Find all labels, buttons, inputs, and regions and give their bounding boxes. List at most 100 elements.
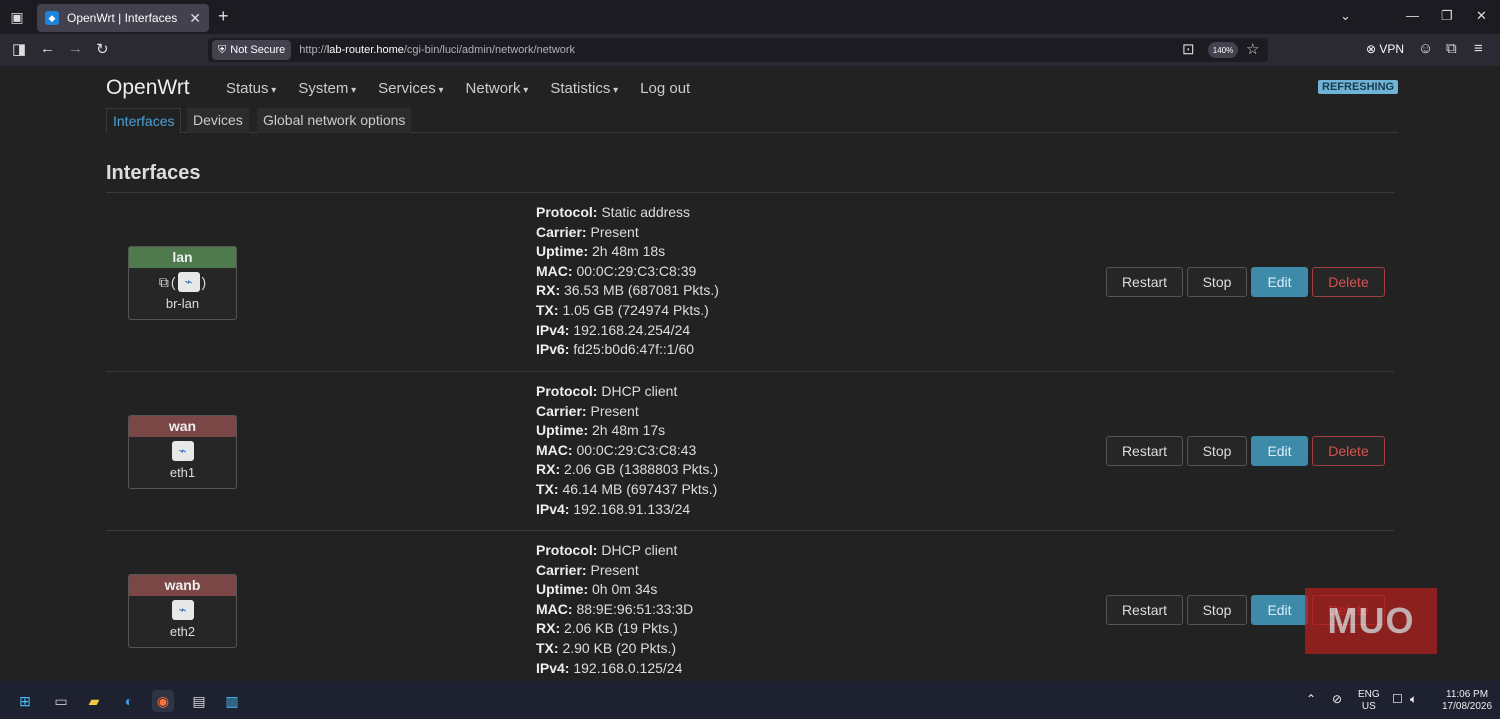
zoom-level[interactable]: 140%: [1208, 42, 1238, 58]
minimize-icon[interactable]: —: [1406, 8, 1419, 23]
menu-network[interactable]: Network: [466, 80, 529, 97]
paren-open: (: [170, 274, 176, 290]
mac-value: 00:0C:29:C3:C8:39: [576, 262, 697, 279]
maximize-icon[interactable]: ❐: [1441, 8, 1453, 24]
interface-badge-wan[interactable]: wan ⌁ eth1: [128, 415, 237, 489]
clock-time: 11:06 PM: [1446, 689, 1489, 700]
network-off-icon[interactable]: ⊘: [1332, 693, 1342, 705]
edit-button[interactable]: Edit: [1251, 267, 1308, 297]
ipv4-value: 192.168.24.254/24: [573, 321, 691, 338]
new-tab-button[interactable]: +: [218, 6, 229, 27]
interface-device: br-lan: [165, 296, 200, 311]
tab-list-icon[interactable]: ▣: [0, 0, 34, 34]
interface-info-wan: Protocol: DHCP client Carrier: Present U…: [536, 382, 718, 519]
label-mac: MAC:: [536, 600, 573, 617]
ethernet-port-icon: ⌁: [171, 600, 194, 620]
label-rx: RX:: [536, 282, 561, 299]
not-secure-badge[interactable]: ⛨ Not Secure: [212, 40, 292, 60]
reader-view-icon[interactable]: ⊡: [1182, 40, 1195, 58]
restart-button[interactable]: Restart: [1106, 595, 1183, 625]
language-indicator[interactable]: ENG US: [1358, 689, 1380, 713]
label-protocol: Protocol:: [536, 383, 598, 399]
firefox-icon[interactable]: ◉: [152, 690, 174, 712]
stop-button[interactable]: Stop: [1187, 595, 1247, 625]
label-ipv4: IPv4:: [536, 659, 570, 676]
label-ipv4: IPv4:: [536, 500, 570, 517]
label-mac: MAC:: [536, 441, 573, 458]
openwrt-favicon-icon: ◆: [45, 11, 59, 25]
browser-tab-active[interactable]: ◆ OpenWrt | Interfaces ✕: [37, 4, 209, 32]
menu-services[interactable]: Services: [378, 80, 443, 97]
clock[interactable]: 11:06 PM 17/08/2026: [1442, 689, 1492, 713]
bookmark-star-icon[interactable]: ☆: [1246, 40, 1259, 58]
stop-button[interactable]: Stop: [1187, 267, 1247, 297]
tab-global-network-options[interactable]: Global network options: [257, 108, 412, 133]
file-explorer-icon[interactable]: ▰: [83, 690, 105, 712]
close-tab-icon[interactable]: ✕: [189, 10, 201, 27]
account-icon[interactable]: ☺: [1418, 40, 1433, 57]
mac-value: 88:9E:96:51:33:3D: [576, 600, 694, 617]
vpn-label: VPN: [1379, 42, 1405, 56]
volume-icon[interactable]: 🔈︎: [1410, 693, 1417, 705]
reload-icon[interactable]: ↻: [96, 40, 109, 58]
url-prefix: http://: [299, 44, 327, 56]
menu-logout[interactable]: Log out: [640, 80, 690, 97]
carrier-value: Present: [590, 223, 639, 240]
notepad-icon[interactable]: ▥: [221, 690, 243, 712]
extensions-icon[interactable]: ⧉: [1446, 40, 1457, 57]
menu-status[interactable]: Status: [226, 80, 276, 97]
subtab-bar: Interfaces Devices Global network option…: [106, 108, 1398, 133]
label-carrier: Carrier:: [536, 402, 587, 419]
back-icon[interactable]: ←: [40, 40, 55, 57]
windows-taskbar: ⊞ ▭ ▰ ◐ ◉ ▤ ▥ ⌃ ⊘ ENG US ☐ 🔈︎ 11:06 PM 1…: [0, 681, 1500, 719]
refreshing-badge[interactable]: REFRESHING: [1318, 80, 1399, 94]
brand-logo[interactable]: OpenWrt: [106, 76, 190, 100]
delete-button[interactable]: Delete: [1312, 267, 1385, 297]
network-icon[interactable]: ☐: [1392, 693, 1403, 705]
interface-badge-lan[interactable]: lan ⧉ ( ⌁ ) br-lan: [128, 246, 237, 320]
region-code: US: [1361, 701, 1376, 712]
sidebar-toggle-icon[interactable]: ◨: [12, 40, 26, 58]
label-mac: MAC:: [536, 262, 573, 279]
muo-watermark-logo: MUO: [1305, 588, 1437, 654]
interface-device: eth1: [169, 465, 196, 480]
interface-badge-wanb[interactable]: wanb ⌁ eth2: [128, 574, 237, 648]
restart-button[interactable]: Restart: [1106, 267, 1183, 297]
label-protocol: Protocol:: [536, 204, 598, 220]
interface-device: eth2: [169, 624, 196, 639]
restart-button[interactable]: Restart: [1106, 436, 1183, 466]
interface-name: wan: [129, 416, 236, 437]
windows-start-icon[interactable]: ⊞: [14, 690, 36, 712]
tray-chevron-up-icon[interactable]: ⌃: [1306, 693, 1316, 705]
carrier-value: Present: [590, 402, 639, 419]
url-bar[interactable]: ⛨ Not Secure http://lab-router.home/cgi-…: [208, 38, 1268, 62]
rx-value: 2.06 GB (1388803 Pkts.): [564, 461, 719, 478]
menu-system[interactable]: System: [298, 80, 356, 97]
close-window-icon[interactable]: ✕: [1476, 8, 1487, 24]
rx-value: 2.06 KB (19 Pkts.): [564, 620, 678, 637]
label-tx: TX:: [536, 639, 559, 656]
tab-interfaces[interactable]: Interfaces: [106, 108, 182, 133]
menu-icon[interactable]: ≡: [1474, 40, 1483, 57]
main-menu: Status System Services Network Statistic…: [226, 80, 690, 97]
edit-button[interactable]: Edit: [1251, 595, 1308, 625]
edge-browser-icon[interactable]: ◐: [118, 690, 140, 712]
edit-button[interactable]: Edit: [1251, 436, 1308, 466]
terminal-icon[interactable]: ▤: [188, 690, 210, 712]
interface-icons: ⌁: [129, 596, 236, 624]
label-uptime: Uptime:: [536, 243, 589, 260]
chevron-down-icon[interactable]: ⌄: [1340, 8, 1351, 24]
delete-button[interactable]: Delete: [1312, 436, 1385, 466]
forward-icon[interactable]: →: [68, 40, 83, 57]
interface-name: lan: [129, 247, 236, 268]
tab-devices[interactable]: Devices: [187, 108, 249, 133]
vpn-button[interactable]: ⊗ VPN: [1366, 42, 1404, 56]
task-view-icon[interactable]: ▭: [50, 690, 72, 712]
label-rx: RX:: [536, 461, 561, 478]
interface-info-wanb: Protocol: DHCP client Carrier: Present U…: [536, 541, 693, 678]
label-ipv4: IPv4:: [536, 321, 570, 338]
page-title: Interfaces: [106, 162, 201, 184]
stop-button[interactable]: Stop: [1187, 436, 1247, 466]
menu-statistics[interactable]: Statistics: [550, 80, 618, 97]
url-text[interactable]: http://lab-router.home/cgi-bin/luci/admi…: [299, 44, 575, 56]
